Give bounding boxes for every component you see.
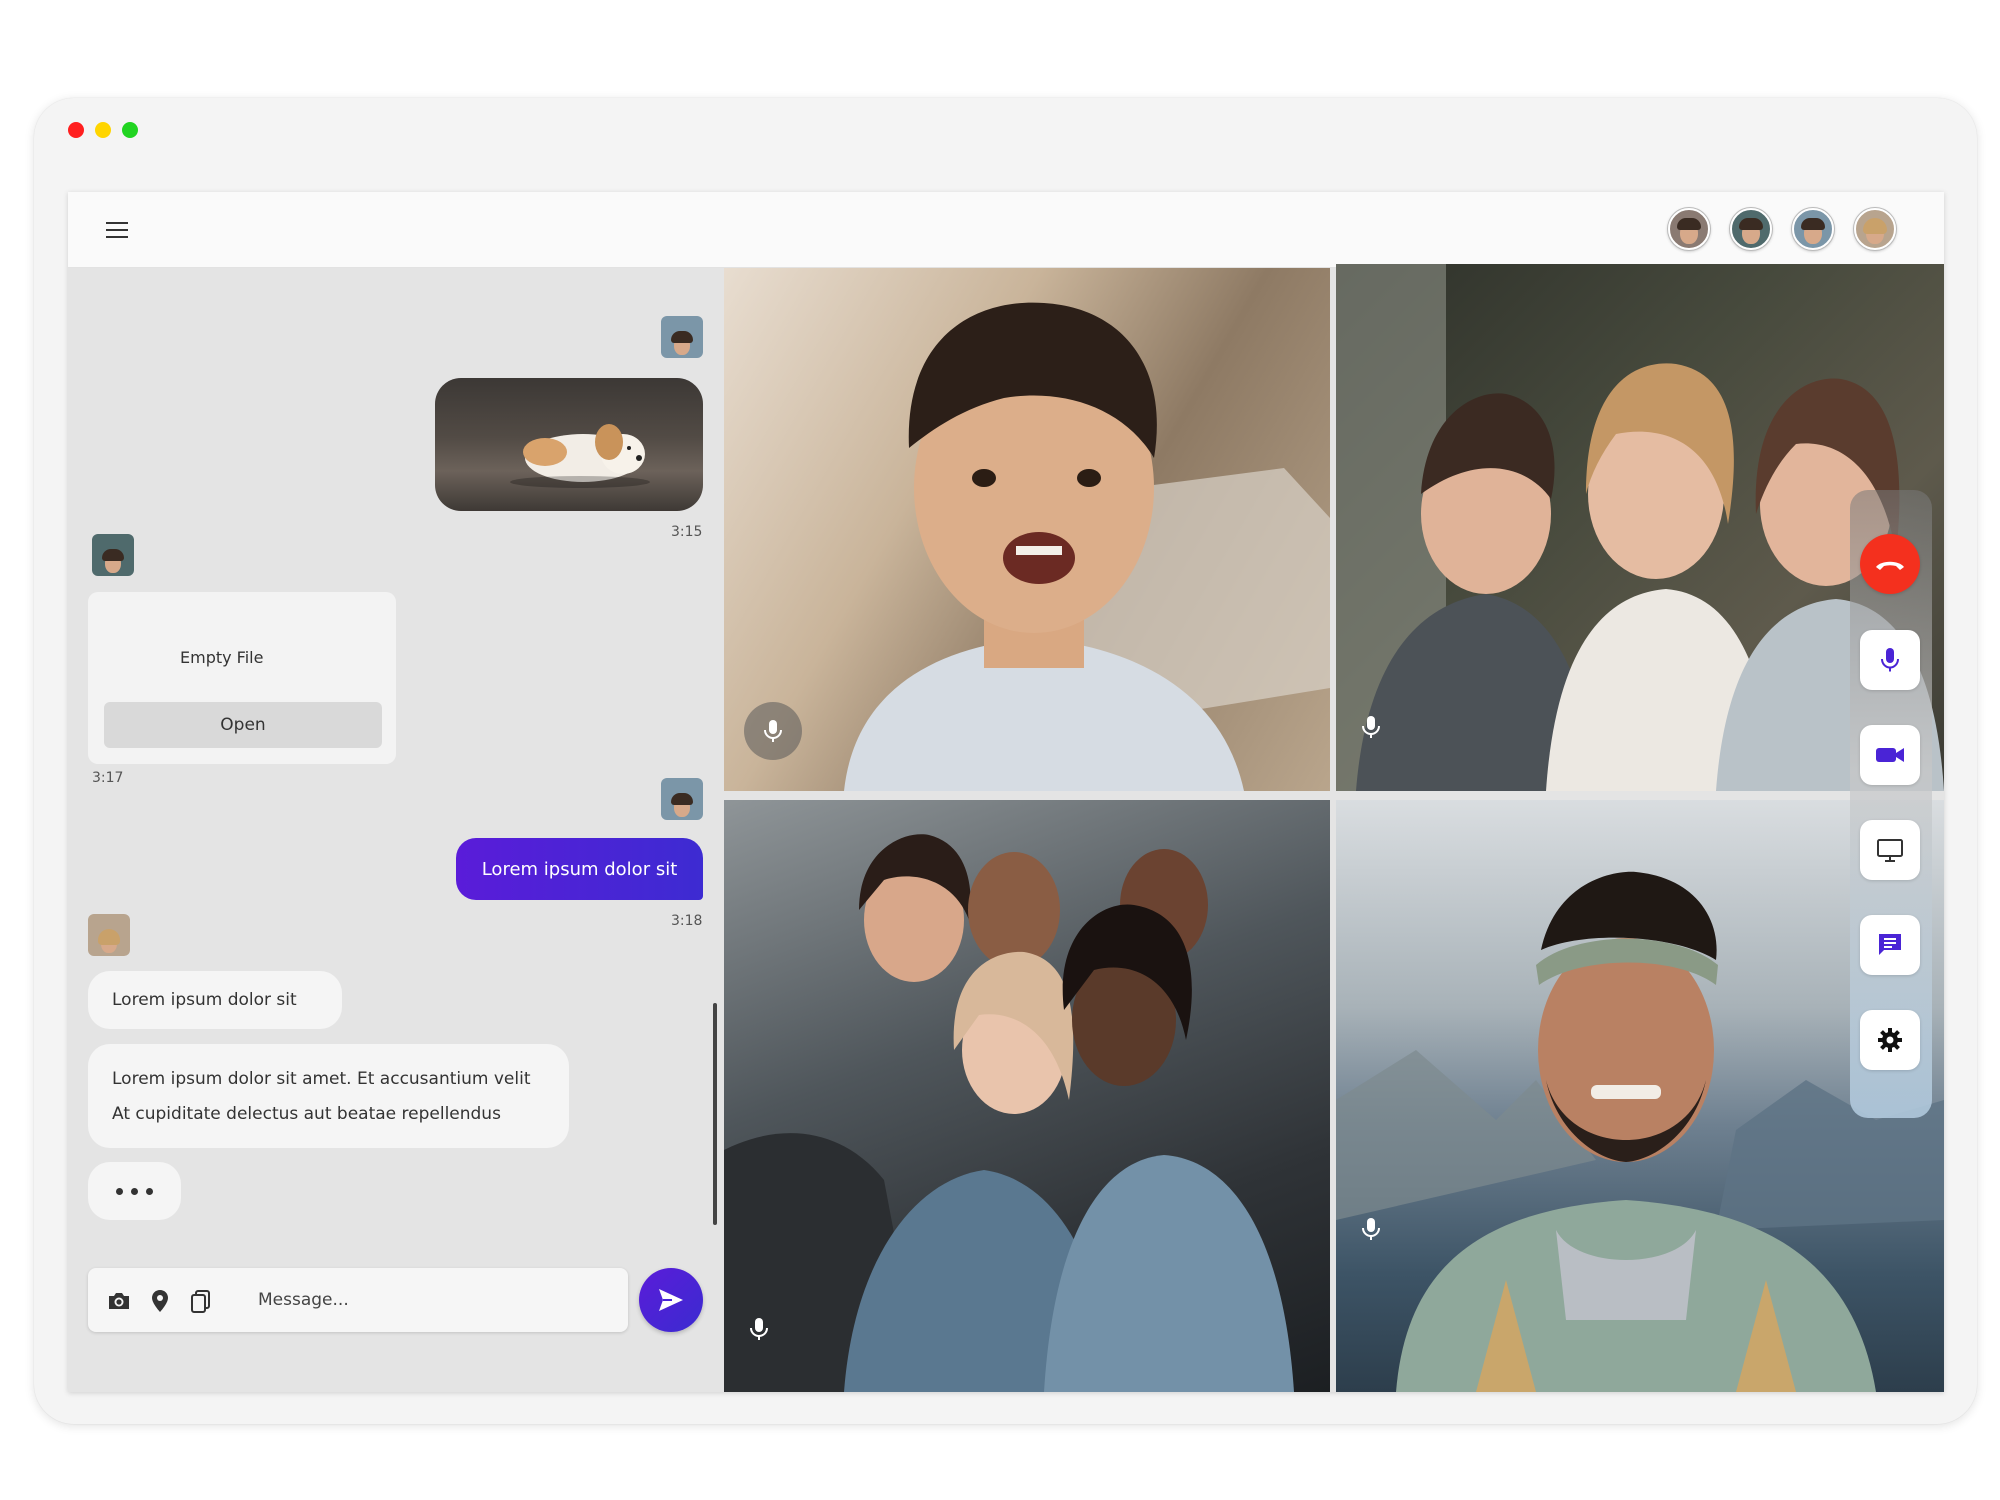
mic-status-button[interactable] [1342,1200,1400,1258]
sender-avatar [661,316,703,358]
mic-icon [764,720,782,742]
participant-avatar-1[interactable] [1668,208,1710,250]
participant-avatar-3[interactable] [1792,208,1834,250]
participant-avatar-4[interactable] [1854,208,1896,250]
sender-avatar [92,534,134,576]
chat-button[interactable] [1860,915,1920,975]
microphone-button[interactable] [1860,630,1920,690]
mic-status-button[interactable] [1342,698,1400,756]
video-tile-boy[interactable] [724,268,1330,791]
top-bar [68,192,1944,268]
puppy-photo [510,424,650,488]
settings-button[interactable] [1860,1010,1920,1070]
message-composer [88,1268,628,1332]
message-time: 3:15 [671,524,703,540]
participant-video [724,834,1294,1392]
copy-icon[interactable] [188,1288,214,1314]
location-pin-icon[interactable] [147,1288,173,1314]
screen-share-icon [1877,839,1903,862]
file-message: Empty File Open [88,592,396,764]
message-time: 3:18 [671,913,703,929]
hamburger-icon[interactable] [106,220,128,240]
call-controls [1850,490,1932,1118]
received-message: Lorem ipsum dolor sit amet. Et accusanti… [88,1044,569,1148]
microphone-icon [1881,648,1899,672]
end-call-icon [1876,561,1904,570]
video-tile-friends[interactable] [724,800,1330,1392]
camera-icon[interactable] [106,1288,132,1314]
video-camera-icon [1876,748,1904,762]
send-button[interactable] [639,1268,703,1332]
message-time: 3:17 [92,770,124,786]
sent-message: Lorem ipsum dolor sit [456,838,703,900]
video-camera-button[interactable] [1860,725,1920,785]
file-name: Empty File [180,648,264,667]
video-chat-app: 3:15 Empty File Open 3:17 Lorem ipsum do… [68,192,1944,1392]
chat-panel: 3:15 Empty File Open 3:17 Lorem ipsum do… [68,268,724,1392]
sender-avatar [88,914,130,956]
send-icon [659,1289,683,1311]
settings-gear-icon [1878,1028,1902,1052]
open-file-button[interactable]: Open [104,702,382,748]
maximize-window-button[interactable] [122,122,138,138]
mic-icon [1362,716,1380,738]
mic-status-button[interactable] [744,702,802,760]
participant-avatar-2[interactable] [1730,208,1772,250]
typing-indicator [88,1162,181,1220]
participant-video [844,302,1330,791]
sender-avatar [661,778,703,820]
minimize-window-button[interactable] [95,122,111,138]
chat-scrollbar[interactable] [713,1003,717,1225]
close-window-button[interactable] [68,122,84,138]
message-input[interactable] [258,1280,608,1320]
participant-avatars [1668,208,1896,250]
image-message[interactable] [435,378,703,511]
chat-icon [1879,934,1901,955]
mic-icon [750,1318,768,1340]
mic-status-button[interactable] [730,1300,788,1358]
mic-icon [1362,1218,1380,1240]
end-call-button[interactable] [1860,534,1920,594]
received-message: Lorem ipsum dolor sit [88,971,342,1029]
screen-share-button[interactable] [1860,820,1920,880]
